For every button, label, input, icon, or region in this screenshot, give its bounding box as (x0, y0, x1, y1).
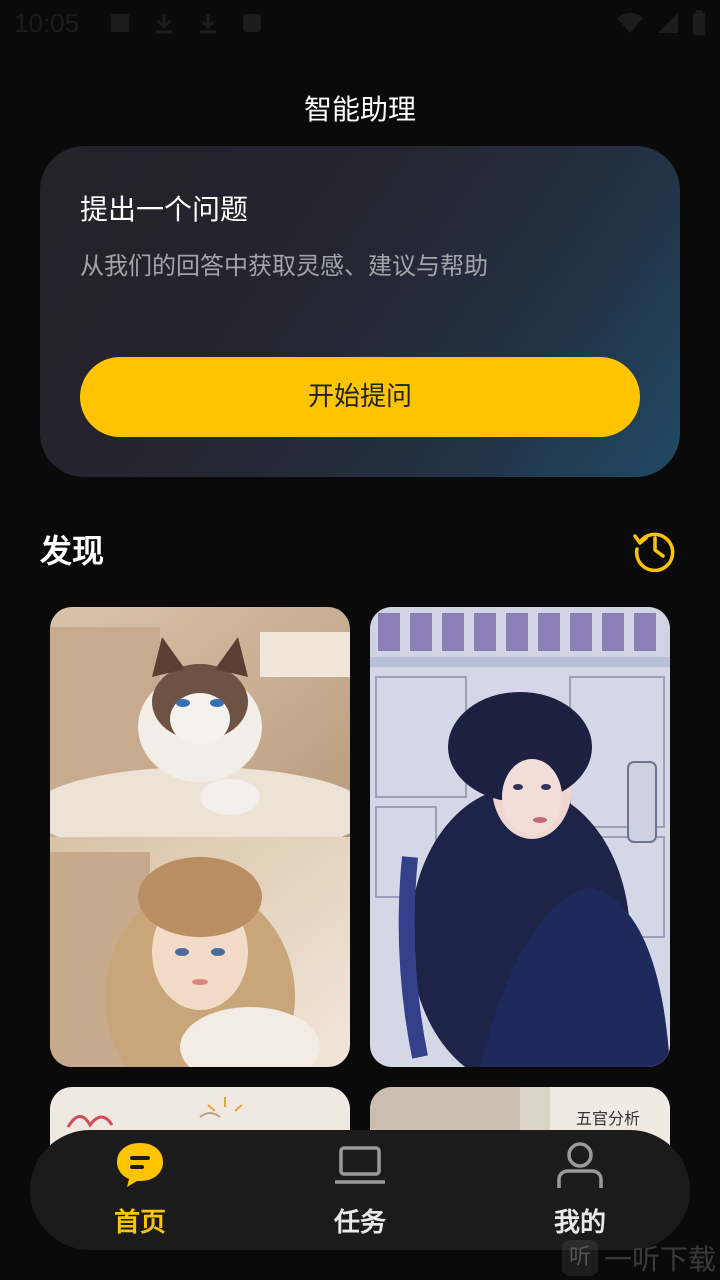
nav-label-home: 首页 (113, 1208, 166, 1238)
status-bar: 10:05 (0, 0, 720, 48)
discover-card-cat-girl[interactable] (50, 607, 350, 1067)
discover-title: 发现 (40, 532, 105, 570)
a-icon (240, 12, 264, 36)
ask-question-card: 提出一个问题 从我们的回答中获取灵感、建议与帮助 开始提问 (40, 146, 680, 477)
watermark-badge: 听 (561, 1240, 598, 1276)
nav-item-home[interactable]: 首页 (60, 1130, 220, 1250)
girl-manga-wall-image (370, 607, 670, 1067)
image-icon (108, 12, 132, 36)
download-icon (152, 12, 176, 36)
watermark-text: 一听下载 (603, 1243, 716, 1276)
battery-icon (692, 10, 706, 40)
chat-bubble-icon (115, 1140, 165, 1190)
ask-card-title: 提出一个问题 (80, 193, 249, 226)
nav-label-mine: 我的 (553, 1208, 606, 1238)
nav-label-tasks: 任务 (333, 1208, 386, 1238)
history-icon[interactable] (632, 526, 678, 573)
download-icon (196, 12, 220, 36)
status-time: 10:05 (14, 8, 80, 38)
discover-card-manga-girl[interactable] (370, 607, 670, 1067)
face-analysis-caption: 五官分析 (575, 1109, 640, 1128)
nav-item-tasks[interactable]: 任务 (280, 1130, 440, 1250)
ask-card-subtitle: 从我们的回答中获取灵感、建议与帮助 (80, 252, 488, 280)
cat-and-girl-image (50, 607, 350, 1067)
nav-item-mine[interactable]: 我的 (500, 1130, 660, 1250)
signal-icon (656, 11, 680, 39)
watermark: 听 一听下载 (561, 1238, 716, 1278)
start-asking-button[interactable]: 开始提问 (80, 357, 640, 437)
wifi-icon (616, 11, 644, 39)
page-title: 智能助理 (303, 93, 416, 126)
bottom-nav: 首页 任务 我的 (30, 1130, 690, 1250)
laptop-icon (334, 1140, 386, 1190)
person-icon (555, 1140, 605, 1190)
